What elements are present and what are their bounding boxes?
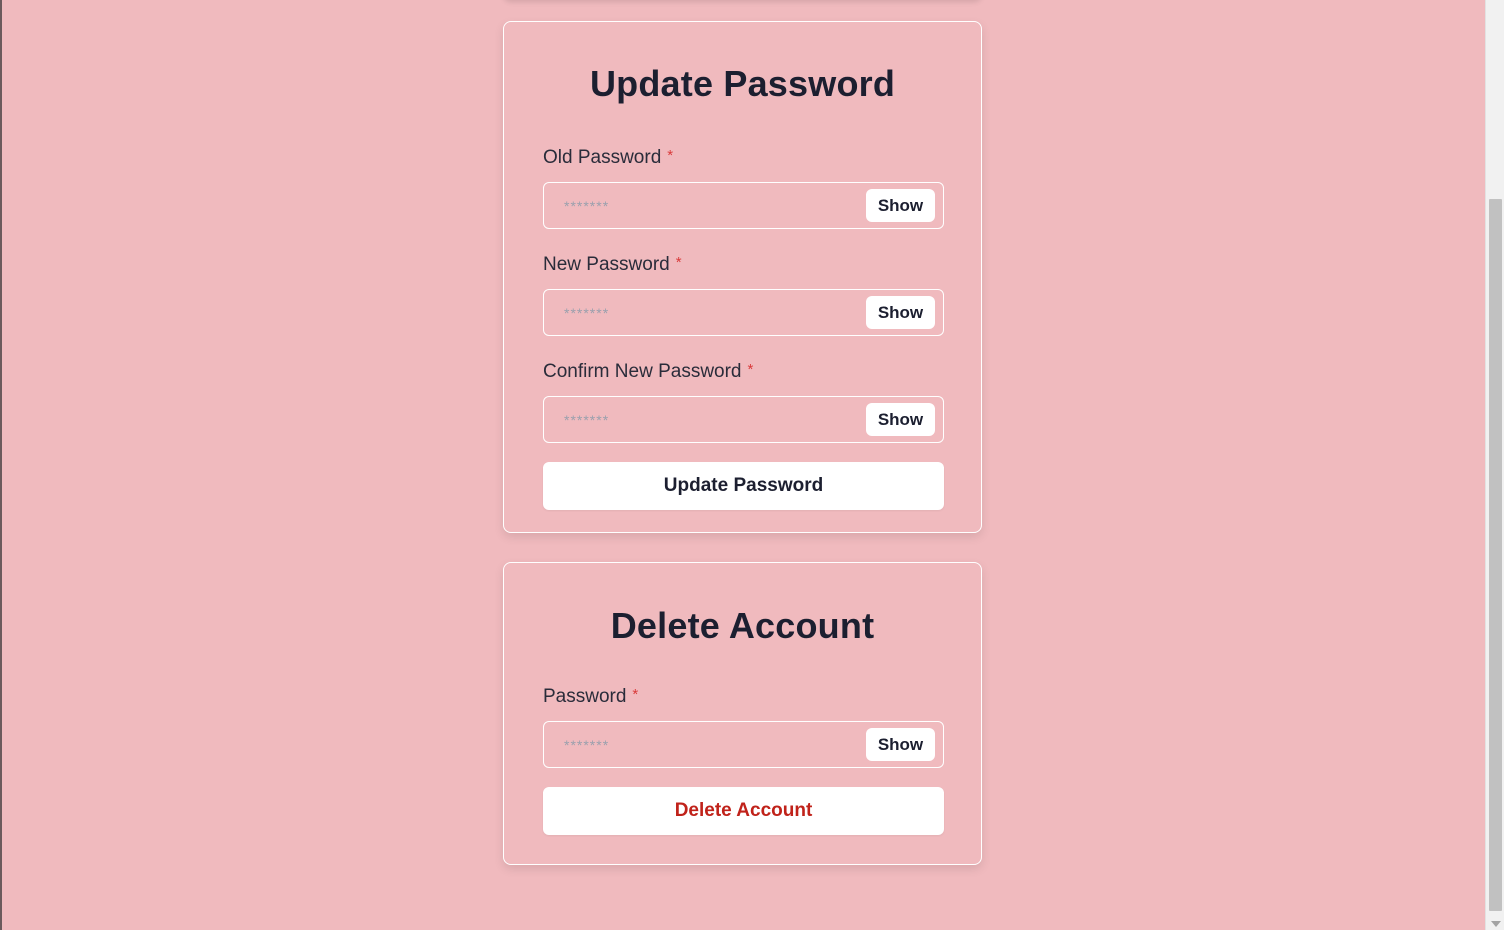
new-password-group: New Password * Show xyxy=(543,251,944,336)
delete-account-button[interactable]: Delete Account xyxy=(543,787,944,835)
old-password-field: Show xyxy=(543,182,944,229)
new-password-field: Show xyxy=(543,289,944,336)
confirm-password-label: Confirm New Password * xyxy=(543,361,753,382)
old-password-label-text: Old Password xyxy=(543,147,662,168)
new-password-label-text: New Password xyxy=(543,254,670,275)
delete-account-title: Delete Account xyxy=(610,605,875,646)
confirm-password-label-text: Confirm New Password xyxy=(543,361,742,382)
required-asterisk: * xyxy=(667,147,674,164)
new-password-label: New Password * xyxy=(543,254,682,275)
vertical-scrollbar[interactable] xyxy=(1485,0,1504,930)
update-password-title: Update Password xyxy=(589,63,896,104)
update-password-card: Update Password Old Password * Show New P… xyxy=(503,21,982,533)
delete-password-group: Password * Show xyxy=(543,683,944,768)
delete-password-field: Show xyxy=(543,721,944,768)
confirm-password-group: Confirm New Password * Show xyxy=(543,358,944,443)
old-password-show-button[interactable]: Show xyxy=(866,189,935,222)
old-password-label: Old Password * xyxy=(543,147,673,168)
window-left-edge xyxy=(0,0,2,930)
delete-account-card: Delete Account Password * Show Delete Acc… xyxy=(503,562,982,865)
scrollbar-thumb[interactable] xyxy=(1489,199,1502,911)
update-password-button[interactable]: Update Password xyxy=(543,462,944,510)
old-password-group: Old Password * Show xyxy=(543,144,944,229)
required-asterisk: * xyxy=(632,686,639,703)
confirm-password-field: Show xyxy=(543,396,944,443)
delete-password-label-text: Password xyxy=(543,686,627,707)
confirm-password-show-button[interactable]: Show xyxy=(866,403,935,436)
delete-password-show-button[interactable]: Show xyxy=(866,728,935,761)
new-password-show-button[interactable]: Show xyxy=(866,296,935,329)
required-asterisk: * xyxy=(747,361,754,378)
scroll-down-arrow-icon[interactable] xyxy=(1491,921,1501,927)
delete-password-label: Password * xyxy=(543,686,638,707)
required-asterisk: * xyxy=(675,254,682,271)
